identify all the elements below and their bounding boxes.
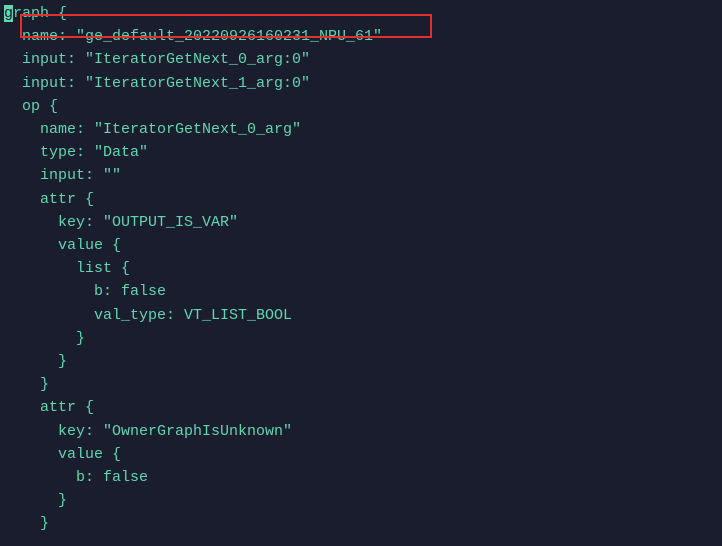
code-line-20: b: false — [0, 466, 722, 489]
code-line-8: attr { — [0, 188, 722, 211]
code-line-16: } — [0, 373, 722, 396]
code-line-10: value { — [0, 234, 722, 257]
code-line-4: op { — [0, 95, 722, 118]
code-line-19: value { — [0, 443, 722, 466]
code-line-2: input: "IteratorGetNext_0_arg:0" — [0, 48, 722, 71]
code-line-21: } — [0, 489, 722, 512]
code-line-17: attr { — [0, 396, 722, 419]
code-line-18: key: "OwnerGraphIsUnknown" — [0, 420, 722, 443]
cursor-highlight: g — [4, 5, 13, 22]
code-text: raph { — [13, 5, 67, 22]
code-line-11: list { — [0, 257, 722, 280]
code-line-1: name: "ge_default_20220926160231_NPU_61" — [0, 25, 722, 48]
code-line-3: input: "IteratorGetNext_1_arg:0" — [0, 72, 722, 95]
code-line-22: } — [0, 512, 722, 535]
code-line-9: key: "OUTPUT_IS_VAR" — [0, 211, 722, 234]
code-line-15: } — [0, 350, 722, 373]
code-line-0: graph { — [0, 2, 722, 25]
code-line-6: type: "Data" — [0, 141, 722, 164]
code-line-7: input: "" — [0, 164, 722, 187]
code-line-14: } — [0, 327, 722, 350]
code-line-12: b: false — [0, 280, 722, 303]
code-line-5: name: "IteratorGetNext_0_arg" — [0, 118, 722, 141]
code-line-13: val_type: VT_LIST_BOOL — [0, 304, 722, 327]
